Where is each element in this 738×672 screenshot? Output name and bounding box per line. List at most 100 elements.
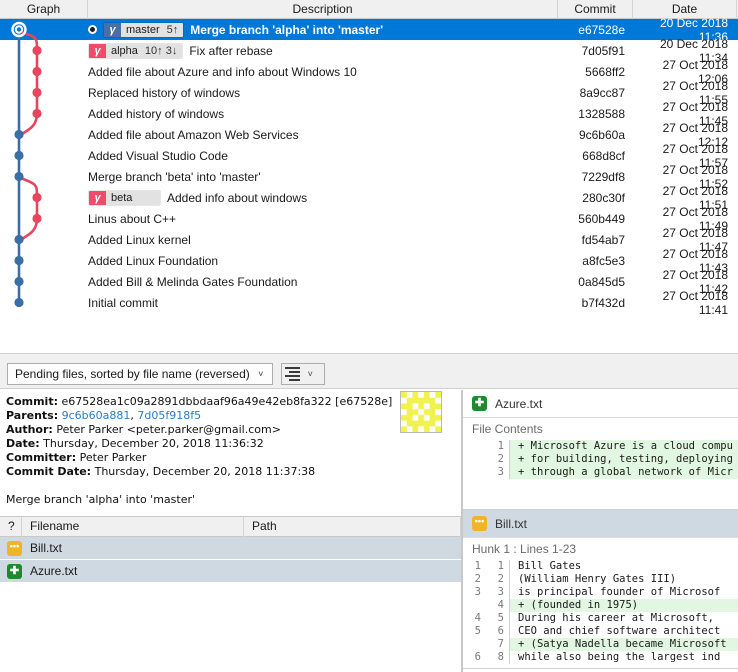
files-list-header: ? Filename Path: [0, 516, 461, 537]
diff-line: 4 + (founded in 1975): [463, 599, 738, 612]
diff-code-area[interactable]: 1 + Microsoft Azure is a cloud compu 2 + fo…: [463, 440, 738, 479]
commit-hash: a8fc5e3: [582, 253, 625, 268]
commit-description: Added history of windows: [88, 106, 225, 121]
file-row[interactable]: ••• Bill.txt: [0, 537, 461, 560]
diff-block-separator: [463, 668, 738, 669]
commit-row-description-cell: γ master 5↑ Merge branch 'alpha' into 'mast…: [88, 19, 558, 40]
pending-files-filter-dropdown[interactable]: Pending files, sorted by file name (reve…: [7, 362, 273, 385]
detail-commit-label: Commit:: [6, 395, 58, 408]
file-added-icon: ✚: [472, 396, 487, 411]
file-name: Azure.txt: [30, 564, 78, 578]
chevron-down-icon: ˅: [258, 368, 264, 379]
files-column-path[interactable]: Path: [244, 516, 461, 537]
commit-row-description-cell: Added Visual Studio Code: [88, 145, 558, 166]
branch-badge-name: master: [121, 22, 165, 37]
diff-line: 2 + for building, testing, deploying: [463, 453, 738, 466]
diff-line-text: + for building, testing, deploying: [509, 453, 738, 466]
column-header-description[interactable]: Description: [88, 0, 558, 19]
commit-row-graph-cell: [0, 40, 88, 61]
diff-new-line-number: 6: [497, 625, 504, 637]
commit-hash: 1328588: [578, 106, 625, 121]
commit-log-header: Graph Description Commit Date: [0, 0, 738, 19]
diff-line: 1 + Microsoft Azure is a cloud compu: [463, 440, 738, 453]
file-modified-icon: •••: [472, 516, 487, 531]
commit-row[interactable]: Added Linux kernel fd54ab7 27 Oct 2018 11:…: [0, 226, 738, 254]
detail-parent-2[interactable]: 7d05f918f5: [137, 409, 201, 422]
diff-file-header[interactable]: ••• Bill.txt: [463, 510, 738, 538]
commit-row-graph-cell: [0, 124, 88, 145]
commit-log-rows: γ master 5↑ Merge branch 'alpha' into 'mast…: [0, 16, 738, 353]
commit-hash: 560b449: [578, 211, 625, 226]
commit-row-graph-cell: [0, 19, 88, 40]
commit-row[interactable]: Added history of windows 1328588 27 Oct 20…: [0, 100, 738, 128]
diff-new-line-number: 1: [497, 560, 504, 572]
commit-row-description-cell: Replaced history of windows: [88, 82, 558, 103]
branch-badge-name: alpha: [106, 43, 143, 58]
commit-row-graph-cell: [0, 166, 88, 187]
commit-row-description-cell: Added file about Amazon Web Services: [88, 124, 558, 145]
commit-row-graph-cell: [0, 61, 88, 82]
commit-row[interactable]: Added file about Amazon Web Services 9c6b…: [0, 121, 738, 149]
commit-description: Linus about C++: [88, 211, 177, 226]
diff-old-line-number: 4: [474, 612, 481, 624]
commit-description: Fix after rebase: [189, 43, 273, 58]
diff-new-line-number: 2: [497, 573, 504, 585]
diff-line: 4 5 During his career at Microsoft,: [463, 612, 738, 625]
commit-row[interactable]: Added Linux Foundation a8fc5e3 27 Oct 2018…: [0, 247, 738, 275]
column-header-graph[interactable]: Graph: [0, 0, 88, 19]
diff-line: 5 6 CEO and chief software architect: [463, 625, 738, 638]
commit-hash: 5668ff2: [585, 64, 625, 79]
files-column-filename[interactable]: Filename: [22, 516, 244, 537]
diff-file-header[interactable]: ✚ Azure.txt: [463, 390, 738, 418]
commit-description: Added Linux Foundation: [88, 253, 219, 268]
commit-row-graph-cell: [0, 271, 88, 292]
commit-hash: 668d8cf: [582, 148, 625, 163]
commit-row-description-cell: Added file about Azure and info about Wi…: [88, 61, 558, 82]
commit-row[interactable]: γ beta Added info about windows 280c30f 27 O…: [0, 184, 738, 212]
detail-author-value: Peter Parker <peter.parker@gmail.com>: [56, 423, 281, 436]
diff-code-area[interactable]: 1 1 Bill Gates 2 2 (William Henry Gates III…: [463, 560, 738, 664]
commit-row[interactable]: Added file about Azure and info about Wi…: [0, 58, 738, 86]
view-mode-button[interactable]: ˅: [280, 362, 325, 385]
column-header-commit[interactable]: Commit: [558, 0, 633, 19]
commit-row[interactable]: γ alpha 10↑ 3↓ Fix after rebase 7d05f91 20 De…: [0, 37, 738, 65]
list-view-icon: [284, 366, 300, 381]
commit-row[interactable]: γ master 5↑ Merge branch 'alpha' into 'mast…: [0, 16, 738, 44]
detail-date-value: Thursday, December 20, 2018 11:36:32: [43, 437, 264, 450]
diff-old-line-number: 6: [474, 651, 481, 663]
detail-commit-message: Merge branch 'alpha' into 'master': [6, 493, 196, 506]
commit-row[interactable]: Added Visual Studio Code 668d8cf 27 Oct 20…: [0, 142, 738, 170]
commit-row[interactable]: Replaced history of windows 8a9cc87 27 Oct…: [0, 79, 738, 107]
files-column-status[interactable]: ?: [0, 516, 22, 537]
diff-line-text: + Microsoft Azure is a cloud compu: [509, 440, 738, 453]
commit-description: Added Bill & Melinda Gates Foundation: [88, 274, 298, 289]
diff-old-line-number: [463, 599, 485, 612]
branch-badge-beta[interactable]: γ beta: [88, 189, 161, 206]
diff-line-text: CEO and chief software architect: [509, 625, 738, 638]
git-history-window: Graph Description Commit Date γ master 5↑ M…: [0, 0, 738, 672]
diff-block-padding: [463, 479, 738, 509]
branch-badge-master[interactable]: γ master 5↑: [103, 21, 185, 38]
diff-line: 1 1 Bill Gates: [463, 560, 738, 573]
commit-row[interactable]: Linus about C++ 560b449 27 Oct 2018 11:49: [0, 205, 738, 233]
branch-badge-alpha[interactable]: γ alpha 10↑ 3↓: [88, 42, 184, 59]
diff-new-line-number: 2: [497, 453, 504, 465]
commit-detail-pane[interactable]: Commit: e67528ea1c09a2891dbbdaaf96a49e42…: [0, 390, 462, 516]
diff-file-name: Azure.txt: [495, 396, 543, 411]
diff-new-line-number: 5: [497, 612, 504, 624]
detail-commit-line: Commit: e67528ea1c09a2891dbbdaaf96a49e42…: [6, 395, 455, 409]
diff-new-line-number: 8: [497, 651, 504, 663]
diff-line-text: (William Henry Gates III): [509, 573, 738, 586]
commit-row[interactable]: Merge branch 'beta' into 'master' 7229df8…: [0, 163, 738, 191]
diff-new-line-number: 4: [497, 599, 504, 611]
files-list-rows: ••• Bill.txt ✚ Azure.txt: [0, 537, 461, 583]
diff-subtitle: File Contents: [463, 418, 738, 440]
diff-viewer-column[interactable]: ✚ Azure.txt File Contents 1 + Microsoft Azur…: [463, 390, 738, 672]
diff-block: ••• Bill.txt Hunk 1 : Lines 1-23 1 1 Bill Ga…: [463, 510, 738, 669]
file-modified-icon: •••: [7, 540, 22, 556]
branch-badge-ahead-behind: 5↑: [164, 22, 184, 37]
commit-row[interactable]: Initial commit b7f432d 27 Oct 2018 11:41: [0, 289, 738, 317]
file-row[interactable]: ✚ Azure.txt: [0, 560, 461, 583]
detail-parent-1[interactable]: 9c6b60a881: [62, 409, 131, 422]
commit-row[interactable]: Added Bill & Melinda Gates Foundation 0a8…: [0, 268, 738, 296]
